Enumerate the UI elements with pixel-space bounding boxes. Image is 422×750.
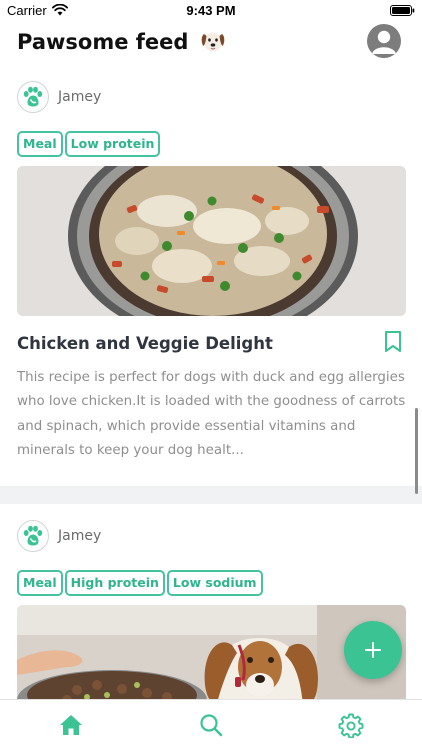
tag-high-protein[interactable]: High protein — [64, 570, 165, 596]
post-description[interactable]: This recipe is perfect for dogs with duc… — [17, 366, 409, 464]
paw-icon — [23, 86, 43, 107]
tag-meal[interactable]: Meal — [17, 131, 63, 157]
gear-icon[interactable] — [338, 712, 364, 738]
add-post-button[interactable] — [344, 621, 402, 679]
post-image[interactable] — [17, 166, 406, 316]
dog-face-icon — [201, 32, 225, 52]
author-name[interactable]: Jamey — [58, 528, 101, 544]
tag-low-sodium[interactable]: Low sodium — [166, 570, 263, 596]
scroll-indicator[interactable] — [415, 408, 418, 494]
author-avatar — [17, 81, 49, 113]
tag-meal[interactable]: Meal — [17, 570, 63, 596]
user-avatar-icon — [372, 30, 396, 54]
food-bowl-photo — [17, 166, 406, 316]
tag-list: Meal High protein Low sodium — [17, 570, 265, 596]
post-title[interactable]: Chicken and Veggie Delight — [17, 334, 273, 353]
tab-bar — [0, 699, 422, 750]
author-name[interactable]: Jamey — [58, 89, 101, 105]
bookmark-icon[interactable] — [384, 330, 402, 354]
battery-icon — [390, 5, 415, 16]
post-divider — [0, 486, 422, 504]
plus-icon — [365, 642, 381, 658]
clock: 9:43 PM — [186, 3, 236, 18]
tag-low-protein[interactable]: Low protein — [64, 131, 161, 157]
screen: Carrier 9:43 PM Pawsome feed Jamey Meal … — [0, 0, 422, 750]
status-bar: Carrier 9:43 PM — [0, 0, 422, 22]
profile-button[interactable] — [367, 24, 401, 58]
tag-list: Meal Low protein — [17, 131, 162, 157]
feed[interactable]: Jamey Meal Low protein Chicken and Veggi… — [0, 62, 422, 699]
header: Pawsome feed — [0, 22, 422, 62]
paw-icon — [23, 525, 43, 546]
author-avatar — [17, 520, 49, 552]
page-title: Pawsome feed — [17, 29, 226, 54]
search-icon[interactable] — [198, 712, 224, 738]
post-card[interactable]: Jamey Meal Low protein Chicken and Veggi… — [0, 74, 422, 486]
page-title-text: Pawsome feed — [17, 30, 189, 54]
home-icon[interactable] — [58, 712, 84, 738]
